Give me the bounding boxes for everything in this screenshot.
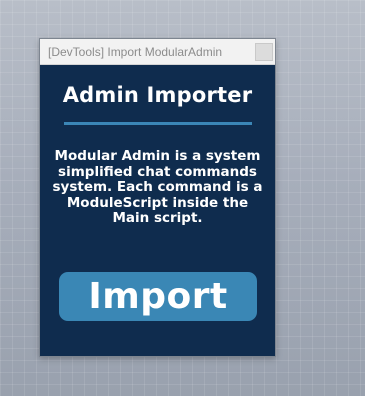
title-divider — [64, 122, 252, 125]
close-button[interactable] — [255, 43, 273, 61]
description-text: Modular Admin is a system simplified cha… — [52, 148, 263, 226]
widget-titlebar[interactable]: [DevTools] Import ModularAdmin — [40, 39, 275, 65]
plugin-panel: Admin Importer Modular Admin is a system… — [40, 65, 275, 356]
widget-title: [DevTools] Import ModularAdmin — [48, 45, 223, 59]
plugin-widget-window: [DevTools] Import ModularAdmin Admin Imp… — [39, 38, 276, 357]
import-button[interactable]: Import — [59, 272, 257, 321]
page-title: Admin Importer — [62, 83, 253, 107]
